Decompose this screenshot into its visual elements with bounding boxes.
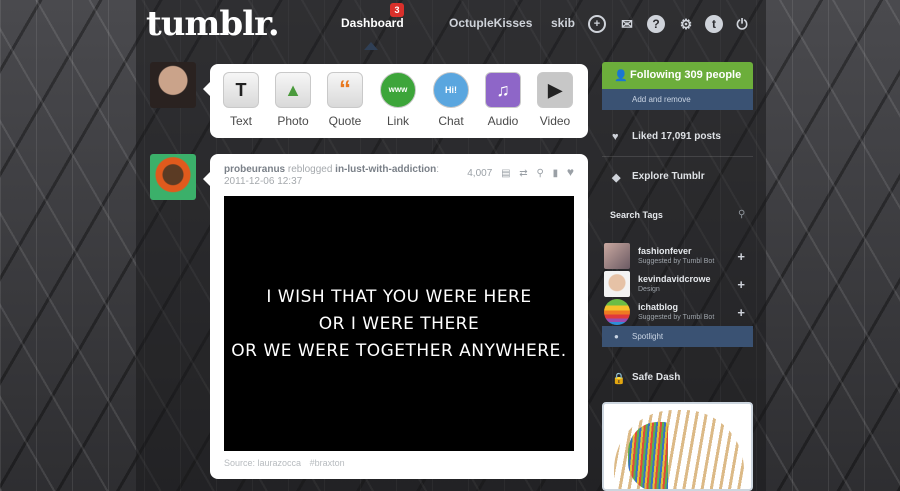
post-date: 2011-12-06 12:37 bbox=[224, 176, 303, 187]
help-icon[interactable]: ? bbox=[647, 15, 665, 33]
post-type-bar: T Text ▲ Photo “ Quote www Link Hi! Chat… bbox=[203, 64, 588, 138]
post-type-photo[interactable]: ▲ Photo bbox=[268, 72, 318, 128]
tumblr-t-icon[interactable]: t bbox=[705, 15, 723, 33]
post-type-bar-caret bbox=[203, 82, 210, 96]
power-icon[interactable]: ⏻ bbox=[733, 15, 751, 33]
post-type-video[interactable]: ▶ Video bbox=[530, 72, 580, 128]
image-text-line: I WISH THAT YOU WERE HERE bbox=[266, 287, 532, 307]
nav-blog[interactable]: OctupleKisses bbox=[449, 16, 532, 30]
safe-dash-label: Safe Dash bbox=[632, 372, 681, 383]
follow-plus-icon[interactable]: + bbox=[737, 277, 745, 292]
nav-dashboard[interactable]: Dashboard bbox=[341, 16, 404, 30]
photo-icon: ▲ bbox=[275, 72, 311, 108]
post-type-text[interactable]: T Text bbox=[216, 72, 266, 128]
nav-skib[interactable]: skib bbox=[551, 16, 575, 30]
sidebar-divider bbox=[602, 156, 753, 157]
suggestion-sub: Design bbox=[638, 286, 660, 293]
post-type-label: Quote bbox=[328, 114, 362, 128]
suggestion-name: kevindavidcrowe bbox=[638, 274, 711, 284]
tag-icon: ◆ bbox=[612, 172, 621, 184]
notes-count[interactable]: 4,007 bbox=[467, 168, 492, 179]
search-icon[interactable]: ⚲ bbox=[536, 168, 543, 179]
suggestion-item[interactable]: fashionfever Suggested by Tumbl Bot + bbox=[602, 243, 753, 271]
post-type-label: Text bbox=[229, 114, 252, 128]
person-icon: ● bbox=[614, 332, 619, 341]
post-type-label: Photo bbox=[277, 114, 309, 128]
top-header: tumblr. Dashboard 3 OctupleKisses skib +… bbox=[0, 0, 900, 50]
like-heart-icon[interactable]: ♥ bbox=[567, 165, 574, 179]
spotlight-link[interactable]: ● Spotlight bbox=[602, 326, 753, 347]
audio-icon: ♫ bbox=[485, 72, 521, 108]
explore-label: Explore Tumblr bbox=[632, 171, 705, 182]
explore-tumblr-link[interactable]: ◆ Explore Tumblr bbox=[602, 161, 753, 195]
suggestion-avatar bbox=[604, 243, 630, 269]
radar-image[interactable] bbox=[602, 402, 753, 491]
search-tags-icon[interactable]: ⚲ bbox=[738, 209, 745, 220]
poster-avatar[interactable] bbox=[150, 154, 196, 200]
post-type-label: Chat bbox=[438, 114, 464, 128]
video-icon: ▶ bbox=[537, 72, 573, 108]
following-label: Following 309 people bbox=[630, 69, 742, 81]
quote-icon: “ bbox=[327, 72, 363, 108]
chat-icon: Hi! bbox=[433, 72, 469, 108]
person-icon: 👤 bbox=[614, 70, 628, 82]
post-type-chat[interactable]: Hi! Chat bbox=[426, 72, 476, 128]
post-controls: 4,007 ▤ ⇄ ⚲ ▮ ♥ bbox=[461, 165, 574, 179]
suggestion-sub: Suggested by Tumbl Bot bbox=[638, 314, 715, 321]
suggestion-sub: Suggested by Tumbl Bot bbox=[638, 258, 715, 265]
suggestion-item[interactable]: ichatblog Suggested by Tumbl Bot + bbox=[602, 299, 753, 327]
post-type-link[interactable]: www Link bbox=[373, 72, 423, 128]
liked-label: Liked 17,091 posts bbox=[632, 131, 721, 142]
reblog-icon[interactable]: ⇄ bbox=[519, 168, 527, 179]
user-avatar[interactable] bbox=[150, 62, 196, 108]
dashboard-badge: 3 bbox=[390, 3, 404, 17]
mail-icon[interactable]: ✉ bbox=[618, 15, 636, 33]
suggestion-name: fashionfever bbox=[638, 246, 692, 256]
post-type-label: Video bbox=[539, 114, 571, 128]
safe-dash-link[interactable]: 🔒 Safe Dash bbox=[602, 362, 753, 396]
tumblr-logo[interactable]: tumblr. bbox=[146, 4, 280, 44]
suggestion-item[interactable]: kevindavidcrowe Design + bbox=[602, 271, 753, 299]
gear-icon[interactable]: ⚙ bbox=[677, 15, 695, 33]
post-action: reblogged bbox=[287, 164, 333, 175]
link-icon: www bbox=[380, 72, 416, 108]
suggestion-name: ichatblog bbox=[638, 302, 678, 312]
post-attribution: probeuranus reblogged in-lust-with-addic… bbox=[224, 164, 440, 175]
post-type-audio[interactable]: ♫ Audio bbox=[478, 72, 528, 128]
post-type-quote[interactable]: “ Quote bbox=[320, 72, 370, 128]
post-image[interactable]: I WISH THAT YOU WERE HERE OR I WERE THER… bbox=[224, 196, 574, 451]
follow-plus-icon[interactable]: + bbox=[737, 305, 745, 320]
heart-icon: ♥ bbox=[612, 131, 619, 143]
post-caret bbox=[203, 172, 210, 186]
image-text-line: OR WE WERE TOGETHER ANYWHERE. bbox=[231, 341, 567, 361]
post-tag[interactable]: #braxton bbox=[310, 458, 345, 468]
suggestion-avatar bbox=[604, 271, 630, 297]
lock-icon: 🔒 bbox=[612, 373, 626, 385]
bookmark-icon[interactable]: ▮ bbox=[553, 168, 559, 179]
active-nav-pointer bbox=[364, 42, 378, 50]
text-icon: T bbox=[223, 72, 259, 108]
spotlight-label: Spotlight bbox=[632, 332, 664, 341]
post-source-link[interactable]: in-lust-with-addiction bbox=[335, 164, 436, 175]
dashboard-post: probeuranus reblogged in-lust-with-addic… bbox=[203, 154, 588, 479]
plus-icon[interactable]: + bbox=[588, 15, 606, 33]
following-button[interactable]: 👤 Following 309 people bbox=[602, 62, 753, 89]
post-type-label: Audio bbox=[487, 114, 519, 128]
post-author-link[interactable]: probeuranus bbox=[224, 164, 285, 175]
search-tags-label[interactable]: Search Tags bbox=[602, 210, 753, 220]
post-type-label: Link bbox=[386, 114, 409, 128]
follow-plus-icon[interactable]: + bbox=[737, 249, 745, 264]
apple-logo-icon bbox=[604, 299, 630, 325]
radar-sculpture-colors bbox=[628, 422, 668, 489]
notes-icon[interactable]: ▤ bbox=[501, 168, 510, 179]
post-footer: Source: laurazocca #braxton bbox=[224, 458, 351, 468]
post-source-credit[interactable]: Source: laurazocca bbox=[224, 458, 301, 468]
image-text-line: OR I WERE THERE bbox=[318, 314, 480, 334]
liked-posts-link[interactable]: ♥ Liked 17,091 posts bbox=[602, 121, 753, 155]
add-remove-link[interactable]: Add and remove bbox=[602, 89, 753, 110]
